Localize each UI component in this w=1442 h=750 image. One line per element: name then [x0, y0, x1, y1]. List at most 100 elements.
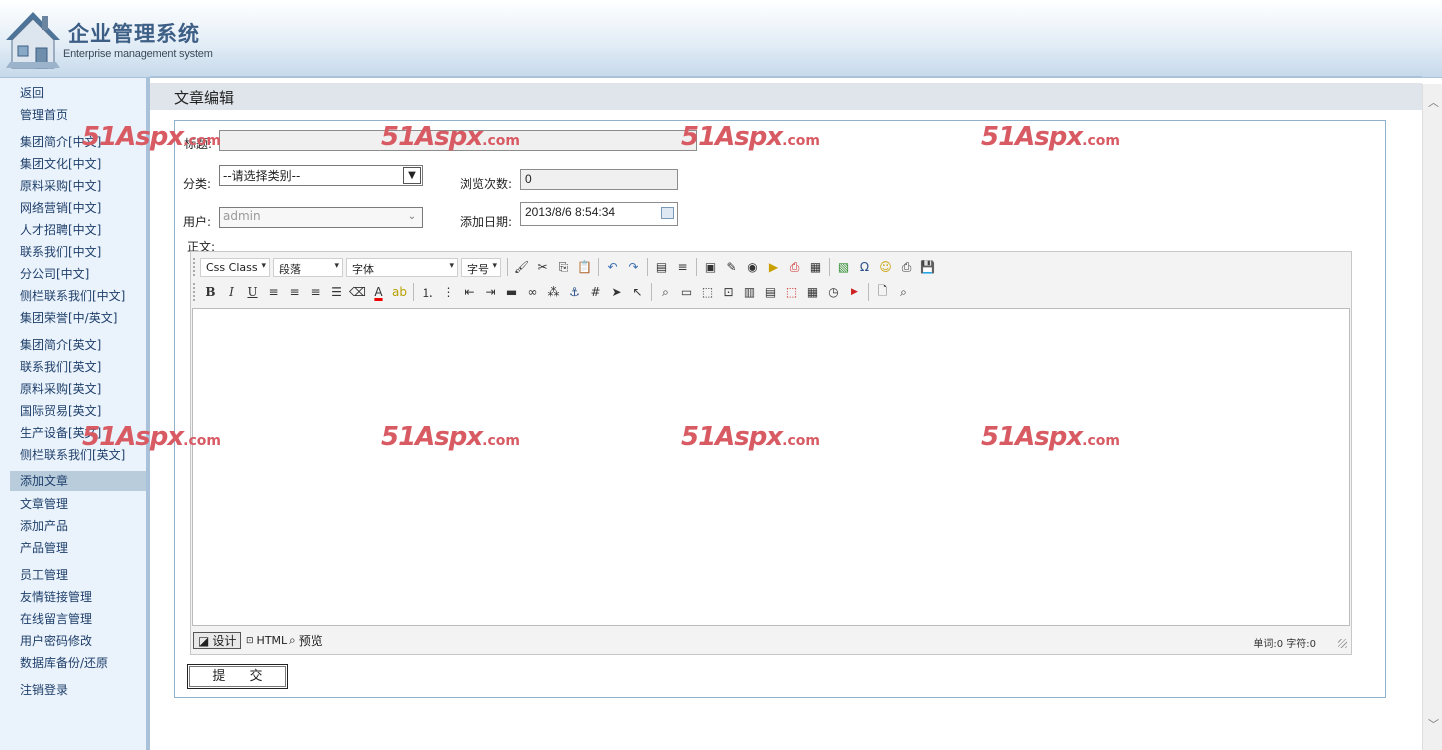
bold-icon[interactable]: B	[200, 282, 221, 303]
find-replace-icon[interactable]: ⌕	[655, 282, 676, 303]
insert-media-icon[interactable]: ▶	[763, 257, 784, 278]
align-left-icon[interactable]: ≡	[263, 282, 284, 303]
sidebar-item-backup[interactable]: 数据库备份/还原	[20, 654, 108, 671]
sidebar-item-password[interactable]: 用户密码修改	[20, 632, 92, 649]
div-icon[interactable]: ⬚	[781, 282, 802, 303]
highlight-color-icon[interactable]: ab	[389, 282, 410, 303]
sidebar-item-purchasing-en[interactable]: 原料采购[英文]	[20, 380, 101, 397]
form-icon[interactable]: ▭	[676, 282, 697, 303]
italic-icon[interactable]: I	[221, 282, 242, 303]
page-title-bar: 文章编辑	[150, 83, 1422, 110]
insert-image-icon[interactable]: ▣	[700, 257, 721, 278]
font-size-dropdown[interactable]: 字号	[461, 257, 501, 277]
sidebar-item-add-product[interactable]: 添加产品	[20, 517, 68, 534]
sidebar-item-side-contact-en[interactable]: 侧栏联系我们[英文]	[20, 446, 125, 463]
time-icon[interactable]: ◷	[823, 282, 844, 303]
insert-table-icon[interactable]: #	[585, 282, 606, 303]
sidebar-item-trade-en[interactable]: 国际贸易[英文]	[20, 402, 101, 419]
redo-icon[interactable]: ↷	[623, 257, 644, 278]
sidebar-item-recruitment-cn[interactable]: 人才招聘[中文]	[20, 221, 101, 238]
remove-format-icon[interactable]: ⌫	[347, 282, 368, 303]
scroll-down-icon[interactable]: ﹀	[1428, 716, 1439, 732]
sidebar-item-group-intro-cn[interactable]: 集团简介[中文]	[20, 133, 101, 150]
align-right-icon[interactable]: ≡	[305, 282, 326, 303]
scroll-up-icon[interactable]: ︿	[1428, 94, 1439, 110]
font-dropdown[interactable]: 字体	[346, 257, 458, 277]
insert-pdf-icon[interactable]: ⎙	[784, 257, 805, 278]
category-select[interactable]: --请选择类别-- ▼	[219, 165, 423, 186]
sidebar-item-article-manage[interactable]: 文章管理	[20, 495, 68, 512]
format-painter-icon[interactable]: 🖌	[511, 257, 532, 278]
cut-icon[interactable]: ✂	[532, 257, 553, 278]
sidebar-item-admin-home[interactable]: 管理首页	[20, 106, 68, 123]
copy-icon[interactable]: ⎘	[553, 257, 574, 278]
undo-icon[interactable]: ↶	[602, 257, 623, 278]
insert-link-icon[interactable]: ∞	[522, 282, 543, 303]
sidebar-item-marketing-cn[interactable]: 网络营销[中文]	[20, 199, 101, 216]
indent-icon[interactable]: ⇥	[480, 282, 501, 303]
calendar-insert-icon[interactable]: ▦	[802, 282, 823, 303]
ordered-list-icon[interactable]: ⒈	[417, 282, 438, 303]
font-color-icon[interactable]: A	[368, 282, 389, 303]
resize-handle-icon[interactable]	[1338, 639, 1347, 648]
emoticon-icon[interactable]: ☺	[875, 257, 896, 278]
pointer-icon[interactable]: ➤	[606, 282, 627, 303]
chevron-down-icon[interactable]: ▼	[403, 167, 421, 184]
print-icon[interactable]: ⎙	[896, 257, 917, 278]
house-logo-icon	[6, 12, 60, 69]
insert-template-icon[interactable]: ▧	[833, 257, 854, 278]
image-editor-icon[interactable]: ✎	[721, 257, 742, 278]
title-input[interactable]	[219, 130, 697, 151]
insert-flash-icon[interactable]: ◉	[742, 257, 763, 278]
sidebar-item-product-manage[interactable]: 产品管理	[20, 539, 68, 556]
special-char-icon[interactable]: Ω	[854, 257, 875, 278]
sidebar-item-honors[interactable]: 集团荣誉[中/英文]	[20, 309, 117, 326]
preview-icon[interactable]: ⌕	[893, 282, 914, 303]
editor-content-area[interactable]	[192, 308, 1350, 626]
date-input[interactable]: 2013/8/6 8:54:34	[520, 202, 678, 226]
sidebar-item-logout[interactable]: 注销登录	[20, 681, 68, 698]
sidebar-item-messages-manage[interactable]: 在线留言管理	[20, 610, 92, 627]
sidebar-item-branch-cn[interactable]: 分公司[中文]	[20, 265, 89, 282]
submit-button[interactable]: 提 交	[187, 664, 288, 689]
underline-icon[interactable]: U	[242, 282, 263, 303]
outdent-icon[interactable]: ⇤	[459, 282, 480, 303]
new-document-icon[interactable]: 🗋	[872, 282, 893, 303]
table-props-icon[interactable]: ▥	[739, 282, 760, 303]
cell-props-icon[interactable]: ▤	[760, 282, 781, 303]
calendar-icon[interactable]	[661, 207, 674, 219]
save-icon[interactable]: 💾	[917, 257, 938, 278]
sidebar-item-links-manage[interactable]: 友情链接管理	[20, 588, 92, 605]
sidebar-item-contact-cn[interactable]: 联系我们[中文]	[20, 243, 101, 260]
sidebar-item-group-culture-cn[interactable]: 集团文化[中文]	[20, 155, 101, 172]
tab-design[interactable]: ◪ 设计	[193, 632, 242, 649]
justify-icon[interactable]: ☰	[326, 282, 347, 303]
sidebar-item-contact-en[interactable]: 联系我们[英文]	[20, 358, 101, 375]
sidebar-item-equipment-en[interactable]: 生产设备[英文]	[20, 424, 101, 441]
sidebar-item-group-intro-en[interactable]: 集团简介[英文]	[20, 336, 101, 353]
css-class-dropdown[interactable]: Css Class	[200, 257, 270, 277]
unlink-icon[interactable]: ⁂	[543, 282, 564, 303]
paste-word-icon[interactable]: ▤	[651, 257, 672, 278]
sidebar-item-purchasing-cn[interactable]: 原料采购[中文]	[20, 177, 101, 194]
sidebar-item-add-article[interactable]: 添加文章	[10, 471, 146, 491]
tab-preview[interactable]: ⌕ 预览	[285, 632, 327, 649]
views-input[interactable]: 0	[520, 169, 678, 190]
select-icon[interactable]: ↖	[627, 282, 648, 303]
vertical-scrollbar[interactable]: ︿ ﹀	[1422, 84, 1442, 750]
box-icon[interactable]: ⊡	[718, 282, 739, 303]
insert-document-icon[interactable]: ▦	[805, 257, 826, 278]
paste-icon[interactable]: 📋	[574, 257, 595, 278]
unordered-list-icon[interactable]: ⋮	[438, 282, 459, 303]
paste-text-icon[interactable]: ≡	[672, 257, 693, 278]
sidebar-item-staff-manage[interactable]: 员工管理	[20, 566, 68, 583]
youtube-icon[interactable]: ▶	[844, 282, 865, 303]
align-center-icon[interactable]: ≡	[284, 282, 305, 303]
paragraph-dropdown[interactable]: 段落	[273, 257, 343, 277]
sidebar-item-back[interactable]: 返回	[20, 84, 44, 101]
horizontal-rule-icon[interactable]: ▬	[501, 282, 522, 303]
sidebar-item-side-contact-cn[interactable]: 侧栏联系我们[中文]	[20, 287, 125, 304]
tab-html[interactable]: ⊡ HTML	[242, 632, 291, 649]
layer-icon[interactable]: ⬚	[697, 282, 718, 303]
anchor-icon[interactable]: ⚓	[564, 282, 585, 303]
